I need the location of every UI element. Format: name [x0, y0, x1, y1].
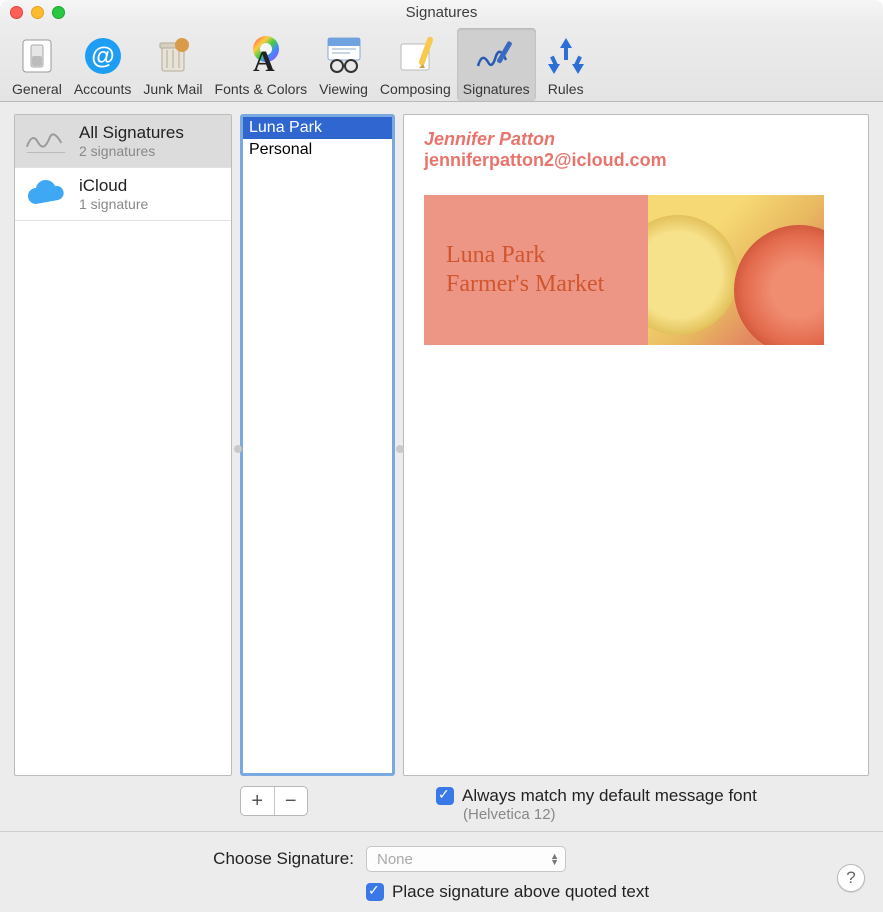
signature-preview[interactable]: Jennifer Patton jenniferpatton2@icloud.c…	[403, 114, 869, 776]
signatures-list[interactable]: Luna Park Personal	[240, 114, 395, 776]
tab-accounts[interactable]: @ Accounts	[68, 28, 138, 101]
signature-squiggle-icon	[23, 121, 69, 161]
choose-signature-value: None	[377, 851, 413, 868]
signature-email-text: jenniferpatton2@icloud.com	[424, 150, 848, 171]
tab-junk-mail[interactable]: Junk Mail	[137, 28, 208, 101]
signatures-icon	[472, 32, 520, 80]
tab-label: Fonts & Colors	[215, 81, 308, 97]
signature-item-personal[interactable]: Personal	[243, 139, 392, 161]
account-subtitle: 2 signatures	[79, 143, 184, 159]
svg-text:@: @	[91, 43, 114, 70]
choose-signature-label: Choose Signature:	[14, 849, 354, 869]
tab-label: Composing	[380, 81, 451, 97]
match-font-sublabel: (Helvetica 12)	[463, 806, 869, 823]
accounts-list[interactable]: All Signatures 2 signatures iCloud 1 sig…	[14, 114, 232, 776]
signature-name-text: Jennifer Patton	[424, 129, 848, 150]
account-all-signatures[interactable]: All Signatures 2 signatures	[15, 115, 231, 168]
match-font-checkbox[interactable]	[436, 787, 454, 805]
account-icloud[interactable]: iCloud 1 signature	[15, 168, 231, 221]
composing-icon	[391, 32, 439, 80]
account-subtitle: 1 signature	[79, 196, 148, 212]
banner-line1: Luna Park	[446, 241, 648, 270]
switch-icon	[13, 32, 61, 80]
viewing-icon	[320, 32, 368, 80]
tab-rules[interactable]: Rules	[536, 28, 596, 101]
place-above-label: Place signature above quoted text	[392, 882, 649, 902]
tab-label: Junk Mail	[143, 81, 202, 97]
account-title: iCloud	[79, 176, 148, 196]
match-font-label: Always match my default message font	[462, 786, 757, 806]
place-above-checkbox[interactable]	[366, 883, 384, 901]
tab-label: General	[12, 81, 62, 97]
tab-fonts-colors[interactable]: A Fonts & Colors	[209, 28, 314, 101]
accounts-icon: @	[79, 32, 127, 80]
svg-text:A: A	[253, 45, 275, 78]
banner-line2: Farmer's Market	[446, 270, 648, 299]
add-signature-button[interactable]: +	[241, 787, 275, 815]
tab-label: Signatures	[463, 81, 530, 97]
signature-item-luna-park[interactable]: Luna Park	[243, 117, 392, 139]
fonts-colors-icon: A	[237, 32, 285, 80]
tab-label: Rules	[548, 81, 584, 97]
tab-label: Accounts	[74, 81, 132, 97]
remove-signature-button[interactable]: −	[275, 787, 308, 815]
signature-banner-image: Luna Park Farmer's Market	[424, 195, 824, 345]
add-remove-buttons: + −	[240, 786, 308, 816]
select-arrows-icon: ▲▼	[550, 853, 559, 865]
tab-composing[interactable]: Composing	[374, 28, 457, 101]
account-title: All Signatures	[79, 123, 184, 143]
icloud-icon	[23, 174, 69, 214]
tab-signatures[interactable]: Signatures	[457, 28, 536, 101]
window-title: Signatures	[0, 4, 883, 21]
preferences-toolbar: General @ Accounts Junk Mail A F	[0, 24, 883, 102]
rules-icon	[542, 32, 590, 80]
choose-signature-select[interactable]: None ▲▼	[366, 846, 566, 872]
trash-icon	[149, 32, 197, 80]
help-button[interactable]: ?	[837, 864, 865, 892]
tab-general[interactable]: General	[6, 28, 68, 101]
tab-viewing[interactable]: Viewing	[313, 28, 374, 101]
tab-label: Viewing	[319, 81, 368, 97]
